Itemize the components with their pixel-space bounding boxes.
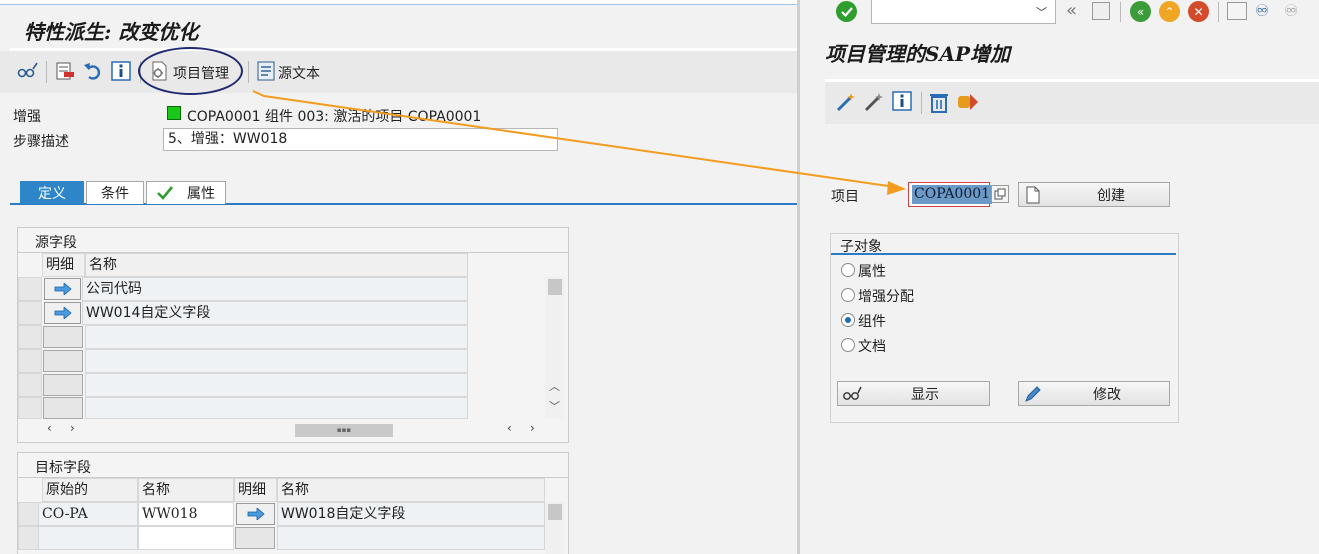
annotation-arrow [252, 90, 906, 195]
